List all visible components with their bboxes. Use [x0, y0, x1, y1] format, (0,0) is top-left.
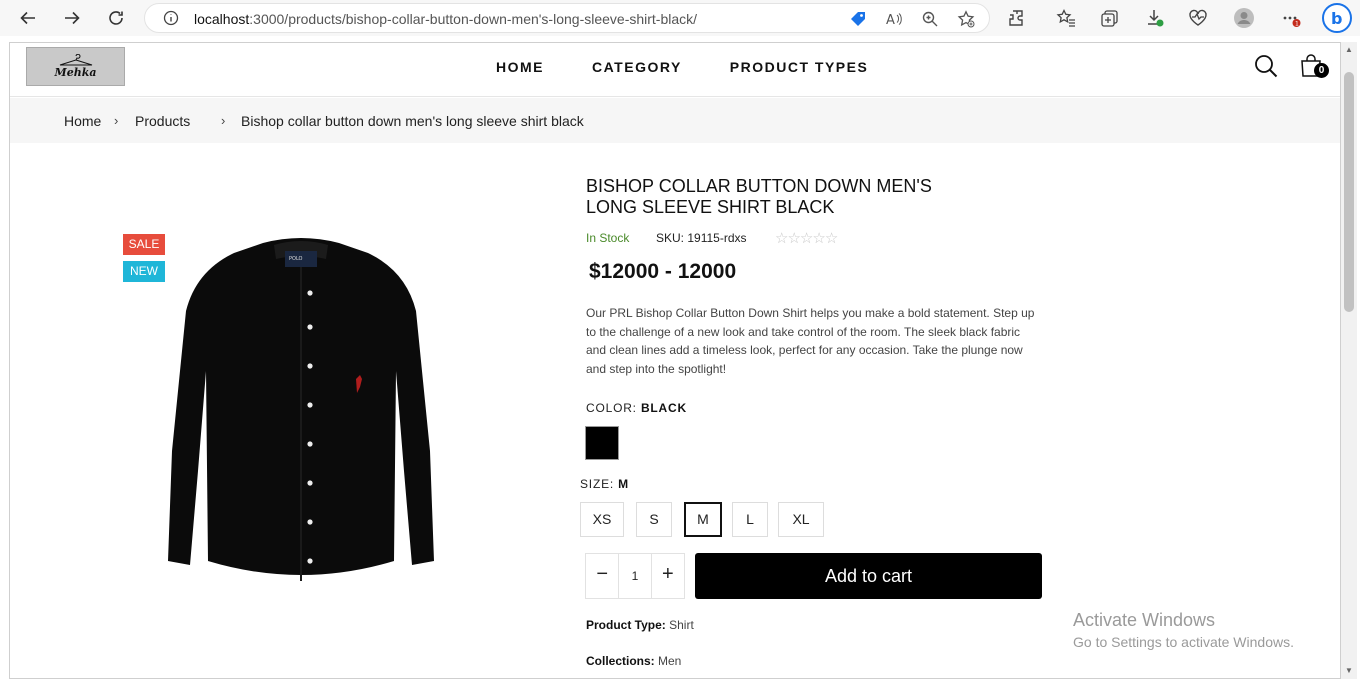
svg-text:1: 1	[1295, 21, 1299, 28]
arrow-right-icon	[65, 11, 80, 25]
info-icon[interactable]	[163, 10, 179, 26]
product-type: Product Type: Shirt	[586, 618, 694, 632]
product-type-label: Product Type:	[586, 618, 666, 632]
sku-value: 19115-rdxs	[687, 231, 747, 245]
new-badge: NEW	[123, 261, 165, 282]
breadcrumb-separator: ›	[114, 113, 119, 128]
zoom-icon[interactable]	[921, 10, 939, 28]
watermark-title: Activate Windows	[1073, 610, 1216, 630]
product-description: Our PRL Bishop Collar Button Down Shirt …	[586, 306, 1035, 376]
profile-avatar-icon[interactable]	[1233, 7, 1255, 29]
read-aloud-icon[interactable]: A	[885, 10, 903, 28]
rating-stars[interactable]: ☆☆☆☆☆	[775, 229, 838, 247]
size-option-m[interactable]: M	[684, 502, 722, 537]
price-tag-icon[interactable]	[849, 10, 867, 28]
color-label-text: COLOR:	[586, 401, 637, 415]
collections-value[interactable]: Men	[658, 654, 681, 668]
svg-text:b: b	[1331, 9, 1342, 28]
decrease-quantity-button[interactable]: −	[586, 554, 618, 598]
back-button[interactable]	[16, 6, 40, 30]
hanger-icon	[59, 54, 92, 66]
cart-count-badge: 0	[1314, 63, 1329, 78]
star-icon: ☆	[824, 230, 838, 247]
extensions-icon[interactable]	[1007, 8, 1027, 28]
star-icon: ☆	[812, 230, 825, 247]
size-label: SIZE: M	[580, 477, 629, 491]
scroll-up-arrow-icon[interactable]: ▲	[1345, 46, 1353, 54]
main-nav: HOME CATEGORY PRODUCT TYPES	[496, 59, 868, 75]
watermark-subtitle: Go to Settings to activate Windows.	[1073, 634, 1294, 650]
nav-category[interactable]: CATEGORY	[592, 59, 682, 75]
size-value: M	[618, 477, 629, 491]
collections-label: Collections:	[586, 654, 655, 668]
size-label-text: SIZE:	[580, 477, 615, 491]
sku: SKU: 19115-rdxs	[656, 231, 747, 245]
address-bar[interactable]: localhost:3000/products/bishop-collar-bu…	[144, 3, 990, 33]
site-logo[interactable]: Mehka	[26, 47, 125, 86]
bing-copilot-icon[interactable]: b	[1322, 3, 1352, 33]
forward-button[interactable]	[60, 6, 84, 30]
url-path: :3000/products/bishop-collar-button-down…	[249, 11, 698, 27]
star-icon: ☆	[775, 230, 788, 247]
svg-text:POLO: POLO	[289, 256, 303, 262]
size-option-xs[interactable]: XS	[580, 502, 624, 537]
product-type-value[interactable]: Shirt	[669, 618, 694, 632]
size-option-s[interactable]: S	[636, 502, 672, 537]
product-collections: Collections: Men	[586, 654, 681, 668]
product-price: $12000 - 12000	[589, 260, 737, 283]
breadcrumb-current: Bishop collar button down men's long sle…	[241, 113, 584, 129]
product-title: BISHOP COLLAR BUTTON DOWN MEN'S LONG SLE…	[586, 176, 932, 217]
refresh-button[interactable]	[104, 6, 128, 30]
breadcrumb: Home › Products › Bishop collar button d…	[10, 98, 1340, 143]
logo-text: Mehka	[54, 66, 97, 79]
color-label: COLOR: BLACK	[586, 401, 687, 415]
stock-status: In Stock	[586, 231, 630, 245]
favorite-add-icon[interactable]	[957, 10, 975, 28]
svg-text:A: A	[886, 13, 895, 28]
size-option-xl[interactable]: XL	[778, 502, 824, 537]
color-value: BLACK	[640, 401, 687, 415]
page-scrollbar[interactable]: ▲ ▼	[1341, 42, 1357, 679]
search-icon[interactable]	[1254, 54, 1278, 78]
downloads-icon[interactable]	[1145, 8, 1165, 28]
breadcrumb-products[interactable]: Products	[135, 113, 190, 129]
star-icon: ☆	[787, 230, 800, 247]
favorites-icon[interactable]	[1056, 8, 1076, 28]
nav-product-types[interactable]: PRODUCT TYPES	[730, 59, 869, 75]
site-header: Mehka HOME CATEGORY PRODUCT TYPES 0	[10, 43, 1340, 97]
refresh-icon	[109, 11, 123, 25]
star-icon: ☆	[799, 230, 813, 247]
quantity-stepper: − 1 +	[585, 553, 685, 599]
scroll-down-arrow-icon[interactable]: ▼	[1345, 667, 1353, 675]
size-option-l[interactable]: L	[732, 502, 768, 537]
collections-icon[interactable]	[1100, 8, 1120, 28]
browser-toolbar: localhost:3000/products/bishop-collar-bu…	[0, 0, 1360, 36]
page-viewport: Mehka HOME CATEGORY PRODUCT TYPES 0 Home…	[9, 42, 1341, 679]
breadcrumb-home[interactable]: Home	[64, 113, 101, 129]
scrollbar-thumb[interactable]	[1344, 72, 1354, 312]
sku-label: SKU:	[656, 231, 685, 245]
add-to-cart-button[interactable]: Add to cart	[695, 553, 1042, 599]
arrow-left-icon	[20, 11, 35, 25]
windows-activation-watermark: Activate Windows Go to Settings to activ…	[1073, 610, 1294, 650]
browser-essentials-icon[interactable]	[1188, 8, 1208, 28]
url-host: localhost	[194, 11, 250, 27]
more-menu-icon[interactable]: 1	[1281, 8, 1301, 28]
quantity-input[interactable]: 1	[618, 554, 652, 598]
product-image[interactable]: POLO	[168, 231, 434, 587]
increase-quantity-button[interactable]: +	[652, 554, 684, 598]
url-text: localhost:3000/products/bishop-collar-bu…	[194, 11, 697, 27]
breadcrumb-separator: ›	[221, 113, 226, 128]
sale-badge: SALE	[123, 234, 165, 255]
color-swatch-black[interactable]	[585, 426, 619, 460]
nav-home[interactable]: HOME	[496, 59, 544, 75]
